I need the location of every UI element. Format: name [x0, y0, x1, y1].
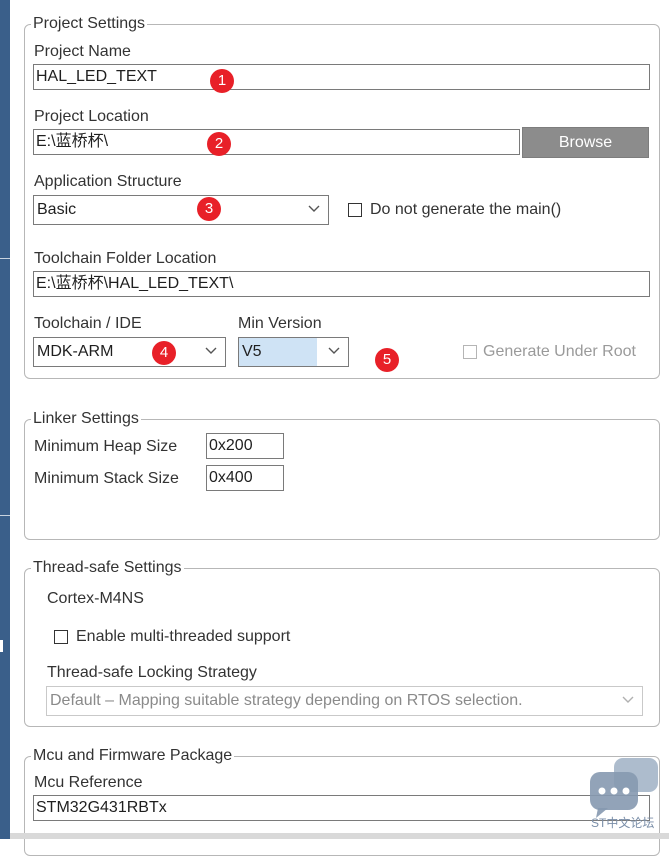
- project-name-label: Project Name: [34, 43, 131, 60]
- chevron-down-icon: [308, 205, 320, 212]
- application-structure-dropdown[interactable]: Basic: [33, 195, 329, 225]
- min-version-value: V5: [239, 338, 317, 366]
- mcu-reference-input[interactable]: STM32G431RBTx: [33, 795, 650, 821]
- min-heap-label: Minimum Heap Size: [34, 438, 178, 455]
- bottom-scroll-bar[interactable]: [10, 833, 669, 839]
- left-edge-strip: [0, 0, 10, 839]
- annotation-badge-4: 4: [152, 341, 176, 365]
- application-structure-label: Application Structure: [34, 173, 182, 190]
- mcu-firmware-legend: Mcu and Firmware Package: [31, 746, 235, 766]
- project-location-input[interactable]: E:\蓝桥杯\: [33, 129, 520, 155]
- application-structure-value: Basic: [37, 201, 77, 218]
- min-version-label: Min Version: [238, 315, 322, 332]
- locking-strategy-dropdown[interactable]: Default – Mapping suitable strategy depe…: [46, 686, 643, 716]
- toolchain-folder-input[interactable]: E:\蓝桥杯\HAL_LED_TEXT\: [33, 271, 650, 297]
- core-label: Cortex-M4NS: [47, 590, 144, 607]
- chevron-down-icon: [328, 347, 340, 354]
- chevron-down-icon: [622, 696, 634, 703]
- project-name-input[interactable]: HAL_LED_TEXT: [33, 64, 650, 90]
- toolchain-ide-label: Toolchain / IDE: [34, 315, 142, 332]
- do-not-generate-main-label: Do not generate the main(): [370, 201, 562, 218]
- strip-marker: [0, 640, 3, 652]
- toolchain-ide-dropdown[interactable]: MDK-ARM: [33, 337, 226, 367]
- min-stack-input[interactable]: 0x400: [206, 465, 284, 491]
- strip-divider: [0, 258, 10, 259]
- min-version-dropdown[interactable]: V5: [238, 337, 349, 367]
- thread-safe-settings-legend: Thread-safe Settings: [31, 558, 184, 578]
- generate-under-root-checkbox[interactable]: [463, 345, 477, 359]
- do-not-generate-main-checkbox[interactable]: [348, 203, 362, 217]
- annotation-badge-1: 1: [210, 69, 234, 93]
- enable-multithreaded-checkbox[interactable]: [54, 630, 68, 644]
- annotation-badge-3: 3: [197, 197, 221, 221]
- linker-settings-legend: Linker Settings: [31, 409, 141, 429]
- locking-strategy-label: Thread-safe Locking Strategy: [47, 664, 257, 681]
- toolchain-ide-value: MDK-ARM: [37, 343, 114, 360]
- toolchain-folder-label: Toolchain Folder Location: [34, 250, 217, 267]
- mcu-reference-label: Mcu Reference: [34, 774, 143, 791]
- project-location-label: Project Location: [34, 108, 149, 125]
- strip-divider: [0, 515, 10, 516]
- min-stack-label: Minimum Stack Size: [34, 470, 179, 487]
- browse-button[interactable]: Browse: [522, 127, 649, 158]
- enable-multithreaded-label: Enable multi-threaded support: [76, 628, 291, 645]
- chevron-down-icon: [205, 347, 217, 354]
- min-heap-input[interactable]: 0x200: [206, 433, 284, 459]
- watermark-text: ST中文论坛: [591, 816, 655, 830]
- annotation-badge-5: 5: [375, 348, 399, 372]
- locking-strategy-value: Default – Mapping suitable strategy depe…: [50, 692, 523, 709]
- project-settings-legend: Project Settings: [31, 14, 148, 34]
- generate-under-root-label: Generate Under Root: [483, 343, 636, 360]
- annotation-badge-2: 2: [207, 132, 231, 156]
